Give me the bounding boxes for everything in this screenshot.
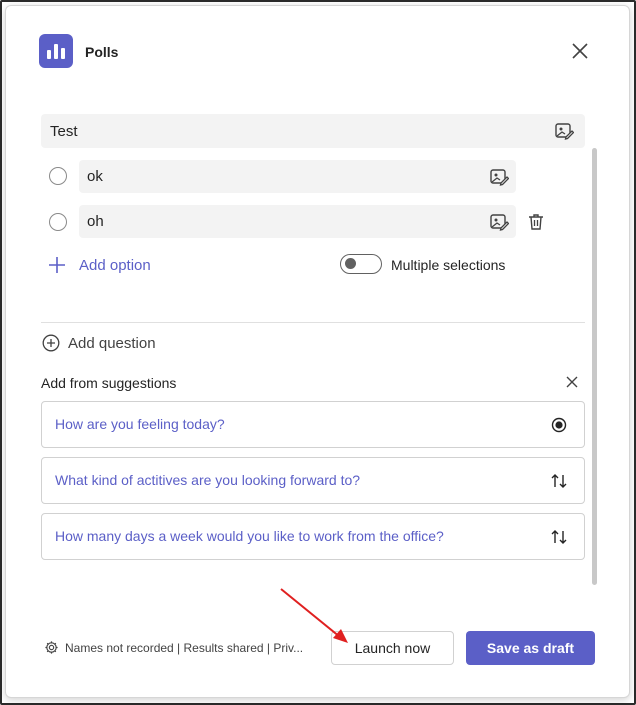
multiple-selections-label: Multiple selections bbox=[391, 257, 506, 273]
option-text: ok bbox=[87, 168, 103, 185]
toggle-knob bbox=[345, 258, 356, 269]
add-question-button[interactable]: Add question bbox=[42, 334, 156, 352]
divider bbox=[41, 322, 585, 323]
add-image-icon[interactable] bbox=[554, 121, 574, 141]
option-field[interactable]: ok bbox=[79, 160, 516, 193]
poll-settings-text: Names not recorded | Results shared | Pr… bbox=[65, 640, 304, 655]
close-icon[interactable] bbox=[568, 39, 592, 63]
trash-icon[interactable] bbox=[526, 212, 546, 232]
close-suggestions-icon[interactable] bbox=[565, 375, 579, 389]
add-image-icon[interactable] bbox=[489, 212, 509, 232]
suggestion-text: How many days a week would you like to w… bbox=[55, 528, 444, 544]
suggestion-text: How are you feeling today? bbox=[55, 416, 225, 432]
suggestion-text: What kind of actitives are you looking f… bbox=[55, 472, 361, 488]
sort-arrows-icon bbox=[551, 530, 567, 544]
suggestion-card[interactable]: How are you feeling today? bbox=[41, 401, 585, 448]
plus-icon bbox=[49, 257, 65, 273]
sort-arrows-icon bbox=[551, 474, 567, 488]
question-field[interactable]: Test bbox=[41, 114, 585, 148]
add-image-icon[interactable] bbox=[489, 167, 509, 187]
poll-chart-icon bbox=[39, 34, 73, 68]
add-option-button[interactable]: Add option bbox=[47, 254, 151, 276]
add-circle-icon bbox=[42, 334, 60, 352]
launch-now-button[interactable]: Launch now bbox=[331, 631, 454, 665]
suggestion-card[interactable]: What kind of actitives are you looking f… bbox=[41, 457, 585, 504]
option-radio[interactable] bbox=[49, 167, 67, 185]
app-title: Polls bbox=[85, 44, 119, 60]
suggestion-card[interactable]: How many days a week would you like to w… bbox=[41, 513, 585, 560]
radio-selected-icon bbox=[551, 417, 567, 433]
add-option-label: Add option bbox=[79, 256, 151, 274]
option-text: oh bbox=[87, 213, 104, 230]
suggestions-heading: Add from suggestions bbox=[41, 375, 177, 391]
multiple-selections-toggle[interactable] bbox=[340, 254, 382, 274]
gear-icon bbox=[45, 641, 58, 654]
scrollbar[interactable] bbox=[592, 148, 597, 585]
add-question-label: Add question bbox=[68, 334, 156, 352]
question-text: Test bbox=[50, 123, 78, 140]
poll-settings-link[interactable]: Names not recorded | Results shared | Pr… bbox=[44, 640, 303, 655]
option-field[interactable]: oh bbox=[79, 205, 516, 238]
option-radio[interactable] bbox=[49, 213, 67, 231]
save-as-draft-button[interactable]: Save as draft bbox=[466, 631, 595, 665]
